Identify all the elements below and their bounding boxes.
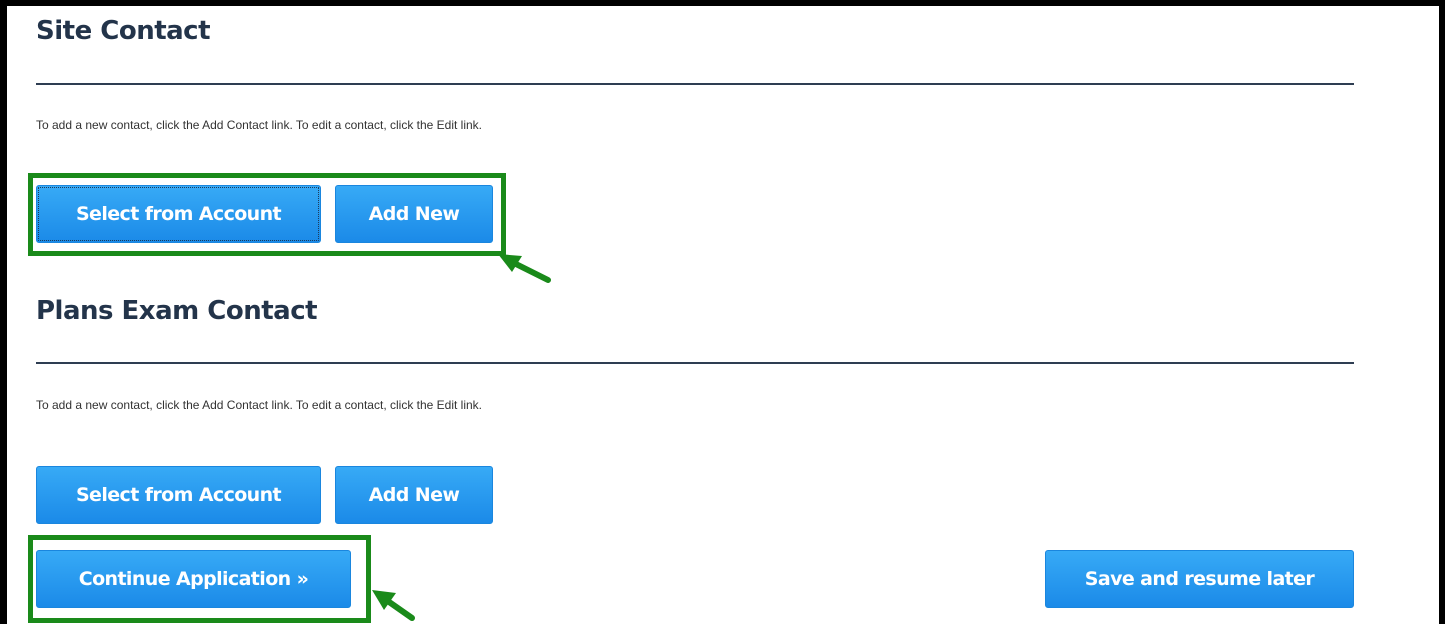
site-contact-divider — [36, 83, 1354, 85]
plans-exam-add-new-button[interactable]: Add New — [335, 466, 493, 524]
save-and-resume-later-button[interactable]: Save and resume later — [1045, 550, 1354, 608]
site-contact-instructions: To add a new contact, click the Add Cont… — [36, 118, 483, 132]
arrow-pointer-icon — [498, 254, 551, 283]
continue-application-highlight-box — [28, 535, 371, 623]
plans-exam-select-from-account-button[interactable]: Select from Account — [36, 466, 321, 524]
arrow-pointer-icon — [372, 590, 415, 621]
plans-exam-contact-instructions: To add a new contact, click the Add Cont… — [36, 398, 483, 412]
site-contact-buttons-highlight-box — [28, 173, 506, 256]
plans-exam-contact-divider — [36, 362, 1354, 364]
site-contact-heading: Site Contact — [36, 16, 211, 46]
plans-exam-contact-heading: Plans Exam Contact — [36, 296, 318, 326]
